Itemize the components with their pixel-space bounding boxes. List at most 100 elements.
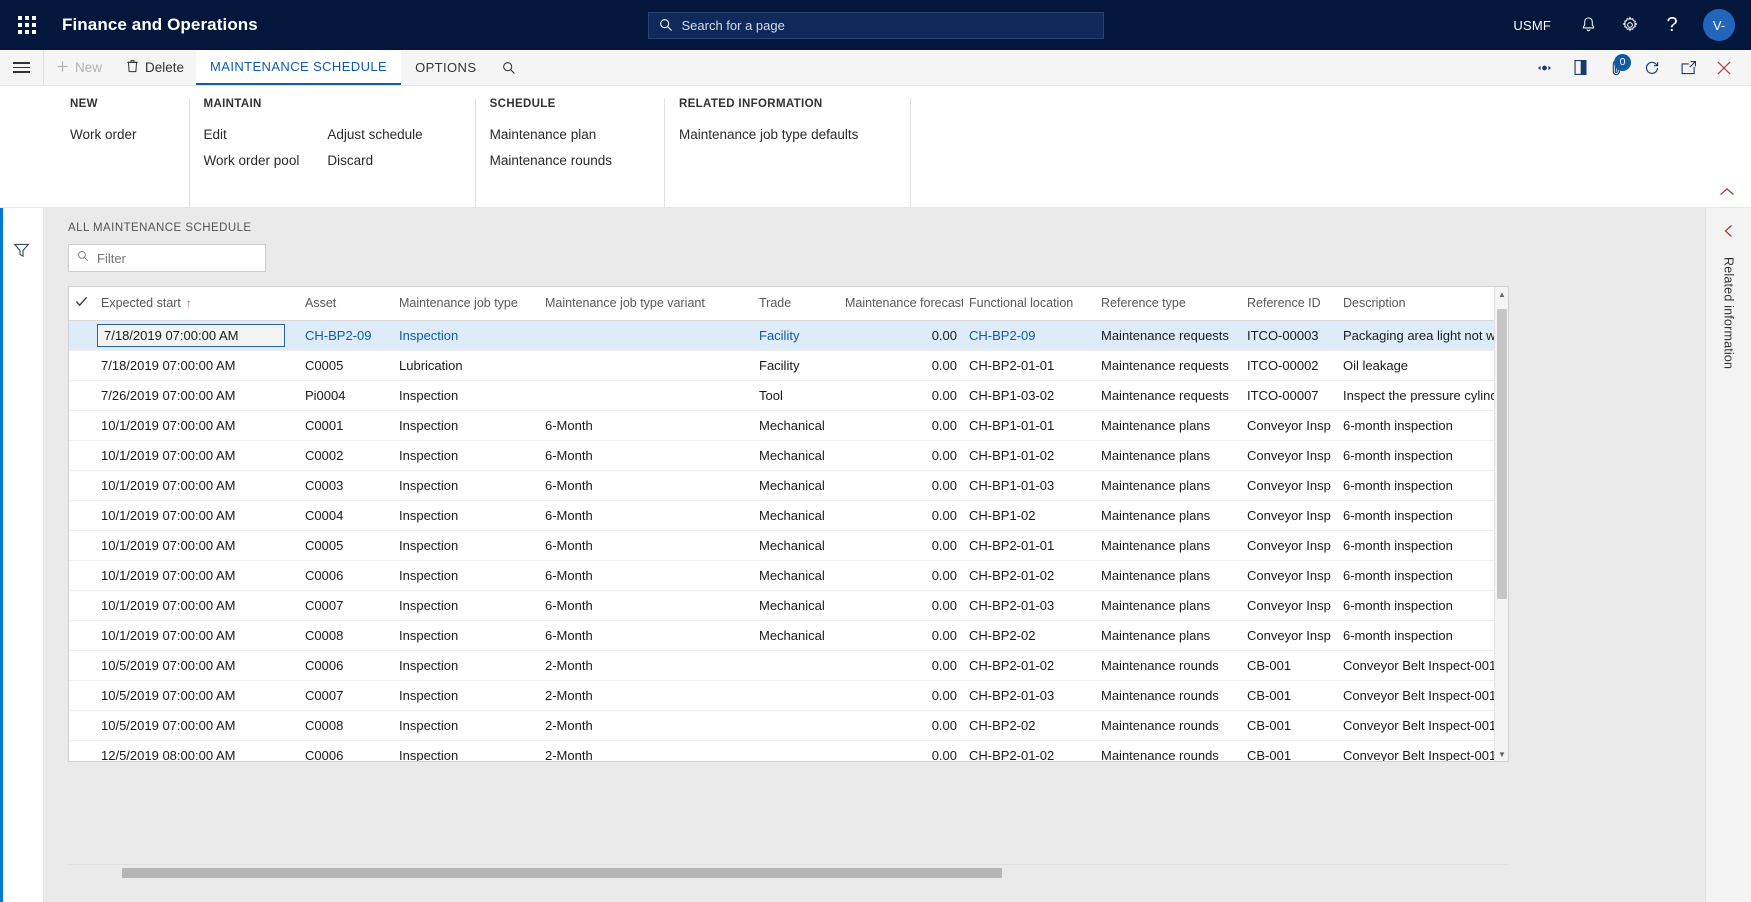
ribbon-item-discard[interactable]: Discard (327, 148, 450, 174)
scroll-down-icon[interactable]: ▼ (1495, 747, 1508, 761)
table-row[interactable]: 10/1/2019 07:00:00 AM C0006 Inspection 6-Mo… (69, 560, 1508, 591)
expected-start-editor[interactable]: 7/18/2019 07:00:00 AM (97, 324, 285, 347)
ribbon-column: Maintenance plan Maintenance rounds (490, 122, 640, 174)
ribbon-item-maintenance-job-type-defaults[interactable]: Maintenance job type defaults (679, 122, 886, 148)
row-checkbox[interactable] (69, 680, 95, 711)
funnel-icon[interactable] (13, 242, 30, 264)
share-icon[interactable] (1527, 51, 1561, 85)
avatar[interactable]: V- (1703, 9, 1735, 41)
column-header-description[interactable]: Description (1337, 287, 1508, 321)
row-checkbox[interactable] (69, 500, 95, 531)
grid-vertical-scroll-thumb[interactable] (1497, 309, 1507, 599)
tab-options[interactable]: OPTIONS (401, 50, 490, 85)
row-checkbox[interactable] (69, 350, 95, 381)
table-row[interactable]: 10/1/2019 07:00:00 AM C0003 Inspection 6-Mo… (69, 470, 1508, 501)
table-row[interactable]: 10/1/2019 07:00:00 AM C0001 Inspection 6-Mo… (69, 410, 1508, 441)
cell-reference-type: Maintenance requests (1095, 380, 1241, 411)
table-row[interactable]: 10/5/2019 07:00:00 AM C0008 Inspection 2-Mo… (69, 710, 1508, 741)
cell-expected-start: 12/5/2019 08:00:00 AM (95, 740, 299, 761)
action-bar-search-icon[interactable] (490, 50, 528, 85)
row-checkbox[interactable] (69, 650, 95, 681)
hamburger-icon[interactable] (0, 50, 44, 85)
cell-trade-link[interactable]: Facility (759, 328, 799, 343)
table-row[interactable]: 10/1/2019 07:00:00 AM C0004 Inspection 6-Mo… (69, 500, 1508, 531)
grid-vertical-scrollbar[interactable]: ▲ ▼ (1494, 287, 1508, 761)
book-icon[interactable] (1563, 51, 1597, 85)
attachment-icon[interactable]: 0 (1599, 51, 1633, 85)
column-header-functional-location[interactable]: Functional location (963, 287, 1095, 321)
row-checkbox[interactable] (69, 380, 95, 411)
table-row[interactable]: 10/5/2019 07:00:00 AM C0006 Inspection 2-Mo… (69, 650, 1508, 681)
close-icon[interactable] (1707, 51, 1741, 85)
chevron-left-icon[interactable] (1722, 220, 1736, 257)
row-checkbox[interactable] (69, 320, 95, 351)
grid-horizontal-scroll-thumb[interactable] (122, 868, 1002, 878)
tab-maintenance-schedule[interactable]: MAINTENANCE SCHEDULE (196, 50, 402, 85)
refresh-icon[interactable] (1635, 51, 1669, 85)
ribbon-item-maintenance-plan[interactable]: Maintenance plan (490, 122, 640, 148)
cell-asset: C0001 (299, 410, 393, 441)
row-checkbox[interactable] (69, 440, 95, 471)
column-header-maintenance-forecast[interactable]: Maintenance forecast... (839, 287, 963, 321)
cell-expected-start[interactable]: 7/18/2019 07:00:00 AM (95, 320, 299, 351)
table-row[interactable]: 10/5/2019 07:00:00 AM C0007 Inspection 2-Mo… (69, 680, 1508, 711)
cell-maintenance-forecast: 0.00 (839, 320, 963, 351)
select-all-checkbox[interactable] (69, 287, 95, 321)
column-header-asset[interactable]: Asset (299, 287, 393, 321)
row-checkbox[interactable] (69, 590, 95, 621)
cell-maintenance-job-type-link[interactable]: Inspection (399, 328, 458, 343)
cell-functional-location[interactable]: CH-BP2-09 (963, 320, 1095, 351)
column-header-maintenance-job-type[interactable]: Maintenance job type (393, 287, 539, 321)
row-checkbox[interactable] (69, 410, 95, 441)
column-header-reference-id[interactable]: Reference ID (1241, 287, 1337, 321)
column-header-trade[interactable]: Trade (753, 287, 839, 321)
bell-icon[interactable] (1569, 6, 1607, 44)
app-launcher-icon[interactable] (8, 6, 46, 44)
filter-input[interactable]: Filter (68, 244, 266, 272)
ribbon-item-edit[interactable]: Edit (204, 122, 328, 148)
column-header-expected-start[interactable]: Expected start ↑ (95, 287, 299, 321)
cell-asset-link[interactable]: CH-BP2-09 (305, 328, 371, 343)
row-checkbox[interactable] (69, 470, 95, 501)
delete-button[interactable]: Delete (114, 50, 196, 85)
cell-functional-location-link[interactable]: CH-BP2-09 (969, 328, 1035, 343)
table-row[interactable]: 10/1/2019 07:00:00 AM C0007 Inspection 6-Mo… (69, 590, 1508, 621)
scroll-up-icon[interactable]: ▲ (1495, 287, 1508, 301)
table-row[interactable]: 12/5/2019 08:00:00 AM C0006 Inspection 2-Mo… (69, 740, 1508, 761)
row-checkbox[interactable] (69, 710, 95, 741)
chevron-up-icon[interactable] (1713, 181, 1741, 203)
table-row[interactable]: 10/1/2019 07:00:00 AM C0008 Inspection 6-Mo… (69, 620, 1508, 651)
table-row[interactable]: 7/18/2019 07:00:00 AM C0005 Lubrication Fac… (69, 350, 1508, 381)
table-row[interactable]: 7/18/2019 07:00:00 AM CH-BP2-09 Inspection… (69, 320, 1508, 351)
column-header-reference-type[interactable]: Reference type (1095, 287, 1241, 321)
cell-maintenance-job-type-variant: 2-Month (539, 680, 753, 711)
ribbon-item-adjust-schedule[interactable]: Adjust schedule (327, 122, 450, 148)
row-checkbox[interactable] (69, 740, 95, 761)
ribbon-item-work-order[interactable]: Work order (70, 122, 165, 148)
column-header-maintenance-job-type-variant[interactable]: Maintenance job type variant (539, 287, 753, 321)
gear-icon[interactable] (1611, 6, 1649, 44)
row-checkbox[interactable] (69, 620, 95, 651)
cell-reference-id: Conveyor Insp (1241, 440, 1337, 471)
cell-asset: Pi0004 (299, 380, 393, 411)
company-selector[interactable]: USMF (1499, 18, 1565, 33)
row-checkbox[interactable] (69, 530, 95, 561)
open-in-new-window-icon[interactable] (1671, 51, 1705, 85)
cell-maintenance-forecast: 0.00 (839, 530, 963, 561)
question-mark-icon[interactable]: ? (1653, 6, 1691, 44)
related-information-label[interactable]: Related information (1722, 257, 1736, 369)
ribbon-item-work-order-pool[interactable]: Work order pool (204, 148, 328, 174)
ribbon-item-maintenance-rounds[interactable]: Maintenance rounds (490, 148, 640, 174)
table-row[interactable]: 7/26/2019 07:00:00 AM Pi0004 Inspection Too… (69, 380, 1508, 411)
cell-maintenance-job-type[interactable]: Inspection (393, 320, 539, 351)
cell-maintenance-job-type: Lubrication (393, 350, 539, 381)
table-row[interactable]: 10/1/2019 07:00:00 AM C0005 Inspection 6-Mo… (69, 530, 1508, 561)
grid-horizontal-scrollbar[interactable] (68, 864, 1509, 880)
table-row[interactable]: 10/1/2019 07:00:00 AM C0002 Inspection 6-Mo… (69, 440, 1508, 471)
cell-asset[interactable]: CH-BP2-09 (299, 320, 393, 351)
global-search-input[interactable]: Search for a page (647, 11, 1104, 39)
row-checkbox[interactable] (69, 560, 95, 591)
cell-trade[interactable]: Facility (753, 320, 839, 351)
new-button[interactable]: New (44, 50, 114, 85)
cell-maintenance-forecast: 0.00 (839, 410, 963, 441)
